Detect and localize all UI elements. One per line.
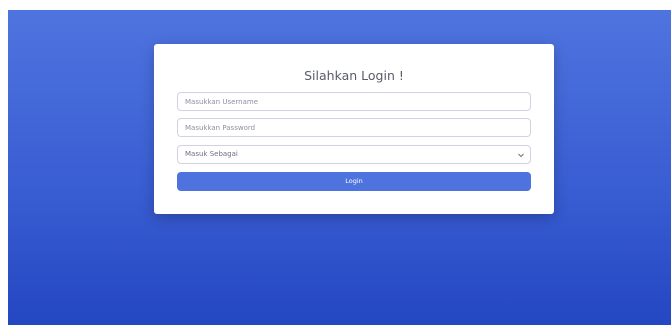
username-input[interactable]	[177, 92, 531, 111]
password-input[interactable]	[177, 118, 531, 137]
role-select[interactable]: Masuk Sebagai	[177, 145, 531, 164]
chevron-down-icon	[518, 153, 524, 158]
login-button[interactable]: Login	[177, 172, 531, 191]
login-title: Silahkan Login !	[304, 68, 404, 83]
page-background: Silahkan Login ! Masuk Sebagai Login	[8, 10, 671, 325]
role-select-value: Masuk Sebagai	[185, 150, 238, 158]
login-card: Silahkan Login ! Masuk Sebagai Login	[154, 44, 554, 214]
